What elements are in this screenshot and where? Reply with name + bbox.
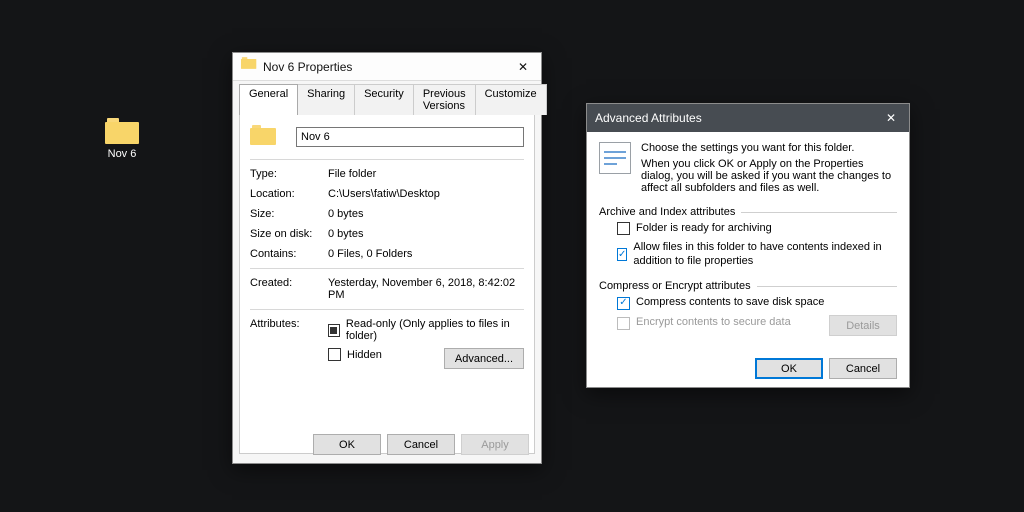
cancel-button[interactable]: Cancel — [387, 434, 455, 455]
group-archive-index: Archive and Index attributes — [599, 206, 897, 218]
ok-button[interactable]: OK — [755, 358, 823, 379]
tab-previous-versions[interactable]: Previous Versions — [413, 84, 476, 115]
advanced-titlebar[interactable]: Advanced Attributes ✕ — [587, 104, 909, 132]
advanced-button[interactable]: Advanced... — [444, 348, 524, 369]
properties-title: Nov 6 Properties — [263, 60, 509, 74]
label-size: Size: — [250, 208, 328, 220]
tab-general[interactable]: General — [239, 84, 298, 115]
folder-icon — [250, 125, 276, 145]
checkbox-archive[interactable]: Folder is ready for archiving — [617, 222, 897, 236]
desktop-folder-label: Nov 6 — [92, 148, 152, 160]
desktop-folder[interactable]: Nov 6 — [92, 118, 152, 160]
properties-window: Nov 6 Properties ✕ General Sharing Secur… — [232, 52, 542, 464]
advanced-buttons: OK Cancel — [587, 358, 909, 379]
checkbox-checked-icon — [617, 248, 627, 261]
value-location: C:\Users\fatiw\Desktop — [328, 188, 524, 200]
checkbox-index[interactable]: Allow files in this folder to have conte… — [617, 241, 897, 269]
value-size-on-disk: 0 bytes — [328, 228, 524, 240]
label-contains: Contains: — [250, 248, 328, 260]
checkbox-encrypt: Encrypt contents to secure data — [617, 316, 829, 330]
tab-sharing[interactable]: Sharing — [297, 84, 355, 115]
folder-icon — [241, 50, 257, 83]
tab-security[interactable]: Security — [354, 84, 414, 115]
checkbox-hidden-label: Hidden — [347, 349, 382, 361]
advanced-title: Advanced Attributes — [595, 111, 877, 125]
checkbox-readonly-label: Read-only (Only applies to files in fold… — [346, 318, 524, 342]
close-icon[interactable]: ✕ — [877, 108, 905, 128]
checkbox-readonly[interactable]: Read-only (Only applies to files in fold… — [328, 318, 524, 342]
tab-customize[interactable]: Customize — [475, 84, 547, 115]
label-size-on-disk: Size on disk: — [250, 228, 328, 240]
ok-button[interactable]: OK — [313, 434, 381, 455]
checkbox-empty-icon — [617, 222, 630, 235]
properties-tabs: General Sharing Security Previous Versio… — [233, 81, 541, 114]
checkbox-encrypt-label: Encrypt contents to secure data — [636, 316, 791, 330]
label-location: Location: — [250, 188, 328, 200]
checkbox-hidden[interactable]: Hidden — [328, 348, 382, 361]
folder-icon — [105, 118, 139, 144]
close-icon[interactable]: ✕ — [509, 57, 537, 77]
properties-page-icon — [599, 142, 631, 174]
checkbox-compress-label: Compress contents to save disk space — [636, 296, 824, 310]
group-compress-encrypt: Compress or Encrypt attributes — [599, 280, 897, 292]
advanced-intro-2: When you click OK or Apply on the Proper… — [641, 158, 897, 194]
checkbox-index-label: Allow files in this folder to have conte… — [633, 241, 897, 269]
folder-name-input[interactable] — [296, 127, 524, 147]
advanced-attributes-dialog: Advanced Attributes ✕ Choose the setting… — [586, 103, 910, 388]
details-button[interactable]: Details — [829, 315, 897, 336]
advanced-intro-1: Choose the settings you want for this fo… — [641, 142, 897, 154]
checkbox-checked-icon — [617, 297, 630, 310]
properties-titlebar[interactable]: Nov 6 Properties ✕ — [233, 53, 541, 81]
cancel-button[interactable]: Cancel — [829, 358, 897, 379]
label-created: Created: — [250, 277, 328, 301]
value-contains: 0 Files, 0 Folders — [328, 248, 524, 260]
value-type: File folder — [328, 168, 524, 180]
checkbox-archive-label: Folder is ready for archiving — [636, 222, 772, 236]
checkbox-disabled-icon — [617, 317, 630, 330]
checkbox-compress[interactable]: Compress contents to save disk space — [617, 296, 897, 310]
value-created: Yesterday, November 6, 2018, 8:42:02 PM — [328, 277, 524, 301]
properties-buttons: OK Cancel Apply — [233, 434, 541, 455]
checkbox-indeterminate-icon — [328, 324, 340, 337]
apply-button[interactable]: Apply — [461, 434, 529, 455]
label-attributes: Attributes: — [250, 318, 328, 369]
label-type: Type: — [250, 168, 328, 180]
value-size: 0 bytes — [328, 208, 524, 220]
general-panel: Type:File folder Location:C:\Users\fatiw… — [239, 114, 535, 454]
checkbox-empty-icon — [328, 348, 341, 361]
